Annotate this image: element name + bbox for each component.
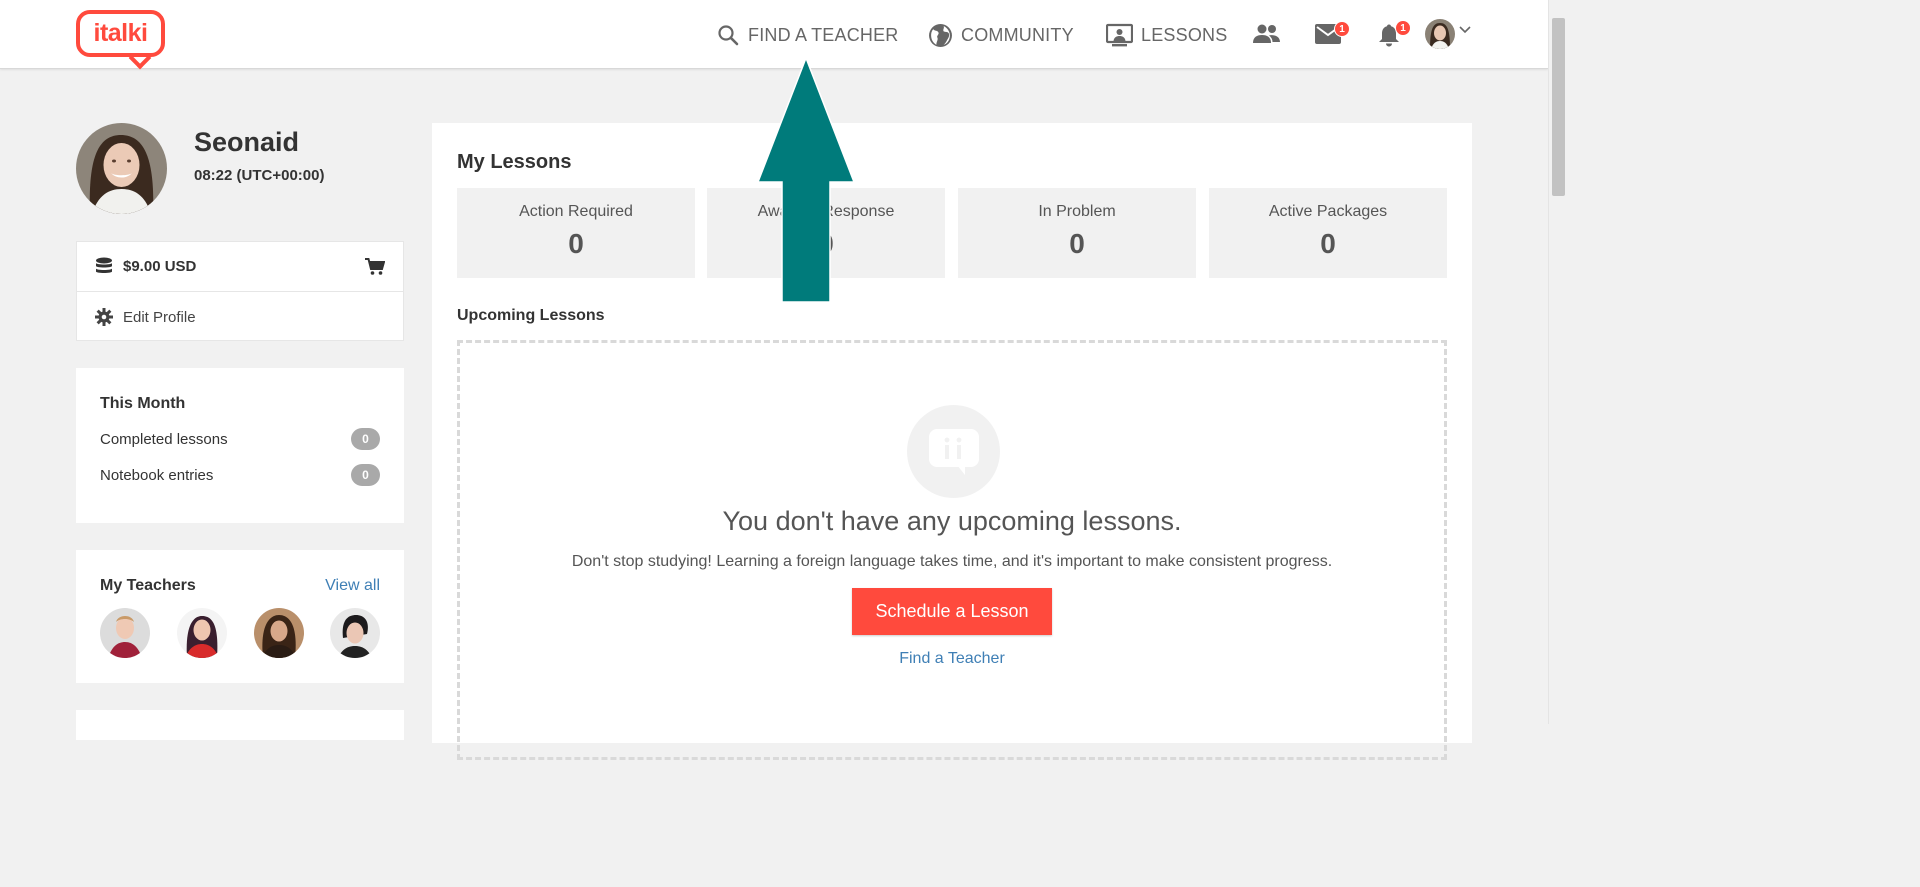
my-teachers-title: My Teachers [100, 577, 196, 594]
chevron-down-icon[interactable] [1459, 26, 1471, 34]
action-required-stat[interactable]: Action Required 0 [457, 188, 695, 278]
notifications-button[interactable]: 1 [1378, 20, 1411, 52]
wallet-card: $9.00 USD Edit Profile [76, 241, 404, 341]
edit-profile-row[interactable]: Edit Profile [77, 292, 403, 342]
this-month-title: This Month [100, 395, 186, 412]
completed-lessons-count: 0 [351, 428, 380, 450]
this-month-card: This Month Completed lessons 0 Notebook … [76, 368, 404, 523]
notebook-entries-count: 0 [351, 464, 380, 486]
empty-message: Don't stop studying! Learning a foreign … [571, 553, 1333, 570]
nav-lessons-label: LESSONS [1141, 24, 1228, 45]
teacher-avatar[interactable] [254, 608, 304, 658]
completed-lessons-label: Completed lessons [100, 430, 228, 448]
teacher-avatar[interactable] [330, 608, 380, 658]
scrollbar-thumb[interactable] [1552, 18, 1565, 196]
active-packages-stat[interactable]: Active Packages 0 [1209, 188, 1447, 278]
profile-name: Seonaid [194, 127, 300, 157]
sidebar-next-card [76, 710, 404, 740]
italki-logo[interactable]: italki [76, 10, 166, 70]
logo-text: italki [93, 19, 148, 47]
messages-button[interactable]: 1 [1315, 21, 1350, 49]
teacher-avatar[interactable] [177, 608, 227, 658]
annotation-up-arrow [758, 58, 854, 302]
nav-find-teacher[interactable]: FIND A TEACHER [716, 22, 899, 48]
schedule-lesson-button[interactable]: Schedule a Lesson [852, 588, 1052, 635]
stat-label: Active Packages [1268, 203, 1388, 220]
people-icon [1253, 24, 1280, 43]
stat-value: 0 [1320, 228, 1336, 259]
teacher-photo [100, 608, 150, 658]
cart-icon[interactable] [365, 257, 385, 276]
page-scrollbar[interactable] [1548, 0, 1568, 724]
coins-stack-icon [96, 257, 112, 273]
profile-local-time: 08:22 (UTC+00:00) [194, 167, 325, 184]
nav-community-label: COMMUNITY [961, 24, 1074, 45]
view-all-teachers-link[interactable]: View all [325, 577, 380, 595]
logo-bubble: italki [76, 10, 165, 57]
teacher-photo [330, 608, 380, 658]
wallet-balance: $9.00 USD [123, 258, 197, 275]
wallet-balance-row[interactable]: $9.00 USD [77, 242, 403, 292]
italki-chat-icon [907, 405, 1000, 498]
teacher-photo [254, 608, 304, 658]
stat-label: In Problem [1038, 203, 1116, 220]
stat-value: 0 [1069, 228, 1085, 259]
nav-find-teacher-label: FIND A TEACHER [748, 24, 899, 45]
profile-avatar[interactable] [76, 123, 167, 214]
notebook-entries-row: Notebook entries 0 [100, 463, 380, 487]
user-avatar[interactable] [1425, 19, 1455, 49]
in-problem-stat[interactable]: In Problem 0 [958, 188, 1196, 278]
gear-icon [95, 308, 113, 326]
stat-value: 0 [568, 228, 584, 259]
friends-button[interactable] [1252, 22, 1281, 51]
completed-lessons-row: Completed lessons 0 [100, 427, 380, 451]
globe-icon [929, 23, 952, 47]
edit-profile-link[interactable]: Edit Profile [123, 309, 196, 326]
teacher-photo [177, 608, 227, 658]
lessons-screen-icon [1106, 23, 1133, 47]
nav-community[interactable]: COMMUNITY [928, 22, 1074, 48]
upcoming-lessons-empty-state: You don't have any upcoming lessons. Don… [457, 340, 1447, 760]
upcoming-lessons-title: Upcoming Lessons [457, 307, 605, 324]
stat-label: Action Required [519, 203, 633, 220]
find-teacher-link[interactable]: Find a Teacher [460, 650, 1444, 668]
notebook-entries-label: Notebook entries [100, 466, 214, 484]
search-icon [718, 25, 739, 46]
profile-photo [76, 123, 167, 214]
my-lessons-card: My Lessons Action Required 0 Awaiting Re… [432, 123, 1472, 760]
empty-heading: You don't have any upcoming lessons. [722, 506, 1182, 536]
messages-badge: 1 [1334, 21, 1350, 37]
nav-lessons[interactable]: LESSONS [1106, 22, 1227, 48]
notifications-badge: 1 [1395, 20, 1411, 36]
my-lessons-title: My Lessons [457, 151, 572, 173]
user-avatar-image [1425, 19, 1455, 49]
teacher-avatar[interactable] [100, 608, 150, 658]
